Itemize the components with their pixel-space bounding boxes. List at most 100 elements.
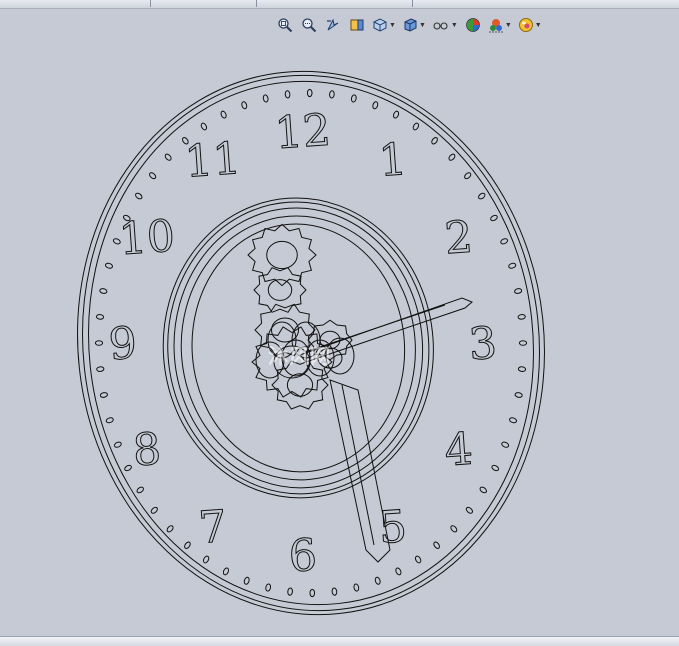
edit-appearance-icon [465,18,480,32]
top-edge-tick [150,0,151,7]
minute-mark [374,576,381,585]
chevron-down-icon: ▼ [450,21,458,29]
minute-mark [184,541,191,549]
clock-numeral: 1 [377,134,408,187]
minute-mark [149,172,157,180]
heads-up-view-toolbar: ▼ ▼ ▼ ▼ ▼ [274,14,544,36]
minute-mark [241,101,248,110]
minute-mark [104,262,113,269]
minute-mark [518,340,528,346]
minute-mark [431,137,438,145]
minute-mark [150,506,158,514]
chevron-down-icon: ▼ [504,21,512,29]
display-style-icon [404,18,417,32]
gear-hub [267,279,293,301]
view-orientation-icon [373,18,387,32]
top-edge-tick [256,0,257,7]
minute-mark [500,238,509,245]
clock-numeral: 10 [117,211,176,266]
minute-mark [509,417,518,424]
watermark: 沐风网 [268,344,331,368]
minute-mark [306,88,313,98]
view-orientation-button[interactable]: ▼ [370,13,398,37]
minute-mark [135,192,143,200]
minute-mark [262,94,269,103]
clock-numeral: 3 [467,318,498,371]
minute-mark [508,262,517,269]
minute-mark [309,588,316,598]
minute-mark [136,486,144,494]
minute-mark [517,314,526,320]
previous-view-button[interactable] [322,13,344,37]
previous-view-icon [327,18,339,31]
minute-mark [501,441,510,448]
minute-mark [479,486,487,494]
minute-mark [94,340,104,346]
minute-mark [395,567,402,576]
minute-mark [95,314,105,320]
minute-mark [412,122,420,131]
clock-numeral: 2 [443,212,474,265]
section-view-icon [350,19,364,31]
minute-mark [287,587,293,596]
clock-numeral: 6 [287,530,318,583]
minute-mark [284,90,291,99]
clock-wireframe-model[interactable]: 121234567891011 [0,40,679,636]
gear [247,223,317,287]
minute-mark [329,90,335,99]
minute-mark [96,366,105,372]
minute-mark [491,464,500,472]
edit-appearance-button[interactable] [462,13,484,37]
zoom-to-fit-icon [278,18,293,33]
minute-mark [517,366,527,372]
minute-mark [331,587,338,596]
minute-mark [202,555,210,564]
minute-mark [222,567,230,576]
minute-mark [433,541,440,549]
minute-mark [350,94,357,103]
chevron-down-icon: ▼ [534,21,542,29]
clock-numeral: 8 [131,424,162,477]
minute-mark [478,192,486,200]
minute-mark [200,122,208,131]
window-top-edge [0,0,679,9]
minute-mark [514,288,523,294]
hide-show-items-button[interactable]: ▼ [430,13,460,37]
zoom-to-fit-button[interactable] [274,13,296,37]
minute-mark [113,441,122,448]
chevron-down-icon: ▼ [389,21,396,29]
hide-show-items-icon [433,22,448,30]
clock-numeral: 7 [197,501,228,554]
minute-mark [166,525,174,533]
apply-scene-button[interactable]: ▼ [486,13,514,37]
minute-mark [464,172,472,180]
top-edge-tick [412,0,413,7]
clock-numeral: 11 [183,133,242,188]
clock-numeral: 9 [107,318,138,371]
display-style-button[interactable]: ▼ [400,13,428,37]
apply-scene-icon [488,19,503,33]
hour-hand-edge [341,384,375,546]
gear-hub [286,373,314,397]
section-view-button[interactable] [346,13,368,37]
zoom-to-area-button[interactable] [298,13,320,37]
minute-mark [99,392,108,398]
clock-numeral: 4 [443,424,474,477]
minute-mark [353,583,360,592]
gear-movement [247,223,355,410]
view-settings-button[interactable]: ▼ [516,13,544,37]
minute-mark [220,110,227,119]
view-settings-icon [518,18,533,32]
graphics-area[interactable]: 12 1 2 3 4 5 6 7 8 9 10 11 沐风网 [0,40,679,636]
clock-numeral: 12 [273,105,332,160]
minute-mark [124,464,132,472]
chevron-down-icon: ▼ [418,21,426,29]
minute-mark [372,101,379,110]
minute-mark [99,288,108,294]
minute-mark [164,153,172,161]
minute-mark [448,153,456,161]
minute-mark [450,525,458,533]
minute-mark [414,555,422,564]
minute-mark [490,214,498,222]
minute-mark [243,576,250,585]
